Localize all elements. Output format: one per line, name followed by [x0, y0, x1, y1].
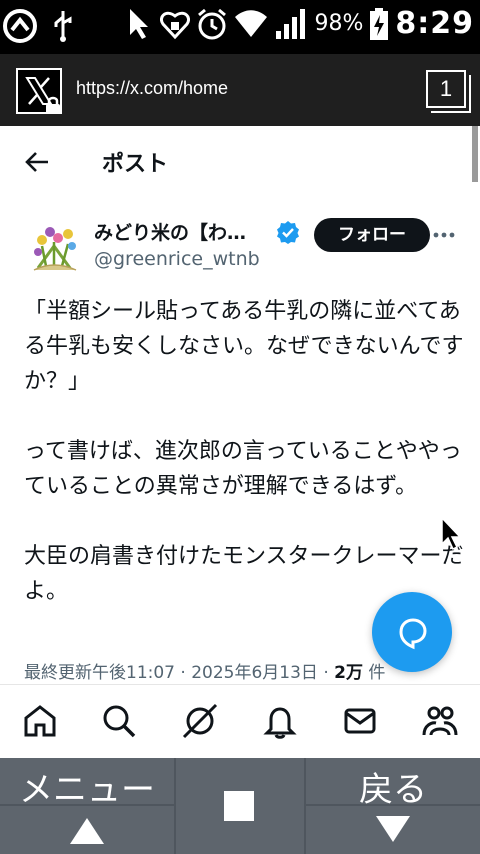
menu-softkey[interactable]: メニュー — [0, 758, 174, 810]
menu-softkey-label: メニュー — [19, 770, 155, 810]
cursor-mode-icon — [130, 8, 149, 39]
post-meta: 最終更新午後11:07 · 2025年6月13日 · 2万 件 — [24, 663, 386, 683]
back-softkey-label: 戻る — [359, 770, 427, 810]
views-label: 件 — [368, 663, 386, 683]
url-field[interactable]: https://x.com/home — [76, 78, 228, 99]
grok-icon[interactable] — [182, 703, 218, 739]
chat-bubble-icon — [399, 618, 427, 650]
author-handle[interactable]: @greenrice_wtnb — [94, 248, 260, 270]
triangle-up-icon — [70, 818, 104, 844]
mouse-pointer-icon — [441, 516, 462, 551]
post-paragraph-1: 「半額シール貼ってある牛乳の隣に並べてある牛乳も安くしなさい。なぜできないんです… — [24, 299, 464, 394]
status-bar: 98% 8:29 — [0, 0, 480, 54]
browser-url-bar: https://x.com/home 1 — [0, 54, 480, 126]
follow-button[interactable]: フォロー — [314, 218, 430, 252]
scroll-up-softkey[interactable] — [0, 806, 174, 854]
back-arrow-icon[interactable] — [24, 148, 52, 176]
search-icon[interactable] — [101, 703, 137, 739]
notifications-icon[interactable] — [262, 703, 298, 739]
usb-icon — [54, 11, 72, 42]
page-header: ポスト — [0, 126, 470, 198]
heart-lock-icon — [160, 11, 191, 39]
alarm-icon — [198, 8, 227, 39]
post-time[interactable]: 最終更新午後11:07 — [24, 663, 175, 683]
lock-icon — [46, 96, 60, 114]
tab-switcher-button[interactable]: 1 — [426, 70, 466, 108]
views-count: 2万 — [334, 663, 363, 683]
home-icon[interactable] — [22, 703, 58, 739]
author-name[interactable]: みどり米の【わ… — [94, 218, 246, 245]
wifi-icon — [235, 9, 268, 37]
clock: 8:29 — [395, 6, 474, 41]
status-left-icons — [2, 8, 74, 44]
triangle-down-icon — [376, 816, 410, 842]
battery-percent: 98% — [314, 11, 364, 36]
battery-charging-icon — [370, 7, 389, 40]
post-body: 「半額シール貼ってある牛乳の隣に並べてある牛乳も安くしなさい。なぜできないんです… — [24, 294, 464, 644]
author-avatar[interactable] — [24, 216, 84, 276]
messages-icon[interactable] — [342, 703, 378, 739]
verified-badge-icon — [277, 221, 299, 244]
post-page: ポスト みどり米の【わ… @greenrice_wtnb フォロー 「半額シール… — [0, 126, 480, 684]
soft-key-bar: メニュー 戻る — [0, 758, 480, 854]
bottom-navigation — [0, 684, 480, 758]
center-softkey[interactable] — [176, 758, 304, 854]
page-title: ポスト — [102, 152, 169, 177]
vpn-icon — [3, 9, 37, 43]
status-right-icons: 98% 8:29 — [126, 6, 474, 41]
back-softkey[interactable]: 戻る — [306, 758, 480, 810]
compose-fab[interactable] — [372, 592, 452, 672]
stop-square-icon — [224, 791, 254, 821]
scroll-down-softkey[interactable] — [306, 806, 480, 854]
scrollbar[interactable] — [472, 126, 478, 182]
communities-icon[interactable] — [422, 703, 458, 739]
post-date[interactable]: 2025年6月13日 — [191, 663, 318, 683]
post-paragraph-2: って書けば、進次郎の言っていることややっていることの異常さが理解できるはず。 — [24, 439, 462, 499]
signal-icon — [276, 8, 306, 39]
more-options-icon[interactable] — [432, 226, 456, 244]
